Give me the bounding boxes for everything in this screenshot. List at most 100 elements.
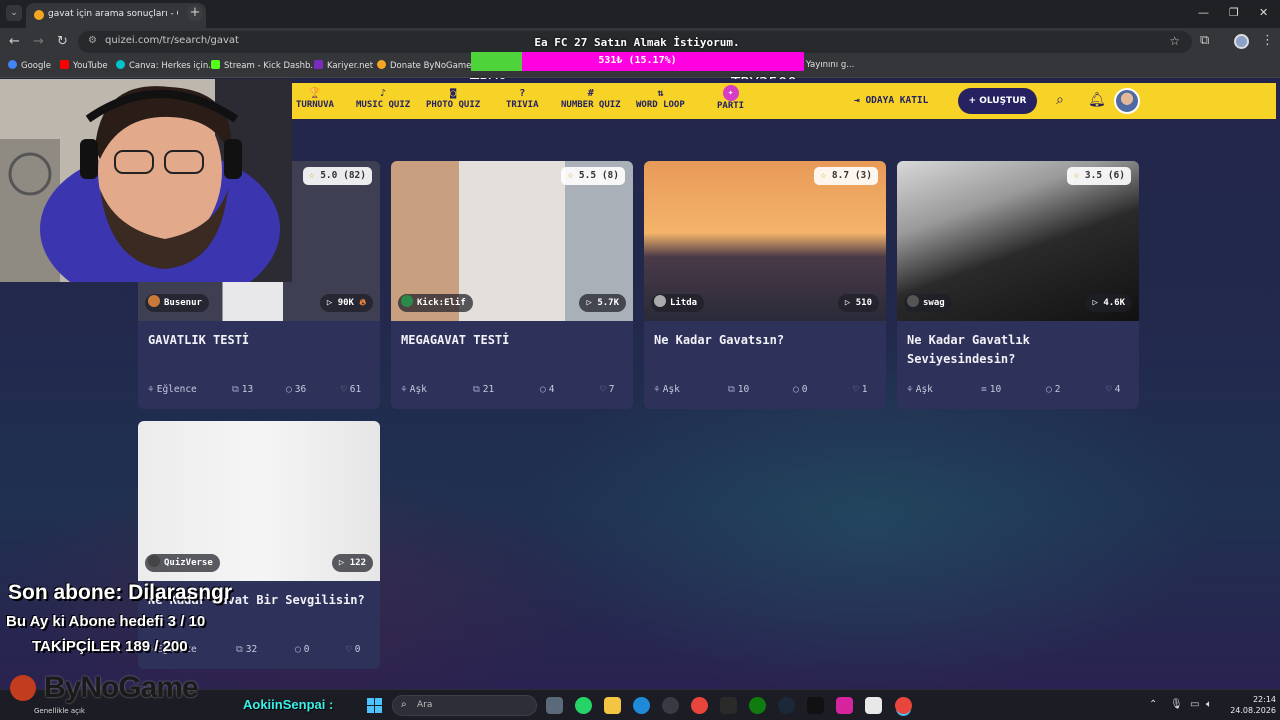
chrome-active-icon[interactable] (895, 697, 912, 714)
forward-icon[interactable]: → (33, 34, 44, 49)
author-chip[interactable]: QuizVerse (145, 554, 220, 572)
microphone-icon[interactable]: 🎙︎ (1170, 699, 1183, 710)
nav-turnuva[interactable]: 🏆 TURNUVA (296, 87, 334, 110)
author-chip[interactable]: swag (904, 294, 952, 312)
heart-icon: ♡ (853, 384, 859, 395)
youtube-icon (60, 60, 69, 69)
sort-icon: ⇅ (657, 88, 664, 99)
edge-icon[interactable] (633, 697, 650, 714)
extensions-icon[interactable]: ⧉ (1200, 33, 1209, 48)
play-icon: ▷ (338, 558, 350, 568)
nav-number-quiz[interactable]: # NUMBER QUIZ (561, 87, 621, 110)
author-chip[interactable]: Busenur (145, 294, 209, 312)
tray-chevron-icon[interactable]: ⌃ (1149, 699, 1157, 710)
volume-icon[interactable]: 🔈︎ (1206, 699, 1212, 710)
bookmark-star-icon[interactable]: ☆ (1169, 34, 1180, 48)
tab-title: gavat için arama sonuçları - Quizei (48, 9, 178, 19)
nav-trivia[interactable]: ? TRIVIA (506, 87, 539, 110)
like-count[interactable]: ♡ 61 (341, 384, 361, 395)
new-tab-button[interactable]: + (187, 5, 203, 21)
reload-icon[interactable]: ↻ (57, 34, 68, 49)
instagram-icon[interactable] (836, 697, 853, 714)
system-clock[interactable]: 22:14 24.08.2026 (1228, 694, 1276, 716)
quiz-title[interactable]: MEGAGAVAT TESTİ (401, 331, 623, 350)
minimize-icon[interactable]: — (1198, 6, 1209, 19)
bookmark-youtube[interactable]: YouTube (60, 60, 108, 71)
like-count[interactable]: ♡ 1 (853, 384, 867, 395)
bynogame-brand-text: ByNoGame (44, 671, 199, 704)
taskbar-search[interactable]: ⌕ Ara (392, 695, 537, 716)
chrome-icon[interactable] (691, 697, 708, 714)
quiz-card[interactable]: ☆ 5.5 (8) Kick:Elif ▷ 5.7K MEGAGAVAT TES… (391, 161, 633, 409)
like-count[interactable]: ♡ 4 (1106, 384, 1120, 395)
menu-kebab-icon[interactable]: ⋮ (1261, 33, 1274, 48)
join-room-button[interactable]: ⇥ ODAYA KATIL (854, 95, 928, 106)
bookmark-canva[interactable]: Canva: Herkes için... (116, 60, 216, 71)
xbox-icon[interactable] (749, 697, 766, 714)
browser-tab[interactable]: gavat için arama sonuçları - Quizei ✕ (26, 3, 206, 28)
comment-icon: ◯ (540, 384, 546, 395)
bookmark-donate[interactable]: Donate ByNoGame... (377, 60, 479, 71)
monthly-sub-goal-text: Bu Ay ki Abone hedefi 3 / 10 (6, 613, 206, 630)
quiz-card[interactable]: QuizVerse ▷ 122 Ne Kadar Gavat Bir Sevgi… (138, 421, 380, 669)
whatsapp-icon[interactable] (575, 697, 592, 714)
bookmark-google[interactable]: Google (8, 60, 51, 71)
star-icon: ☆ (567, 170, 579, 181)
play-icon: ▷ (326, 298, 338, 308)
task-view-icon[interactable] (546, 697, 563, 714)
steam-icon[interactable] (778, 697, 795, 714)
camera-icon: ◙ (450, 88, 457, 99)
question-icon: ? (519, 88, 526, 99)
questions-icon: ⧉ (232, 384, 239, 395)
quiz-card[interactable]: ☆ 3.5 (6) swag ▷ 4.6K Ne Kadar Gavatlık … (897, 161, 1139, 409)
create-button[interactable]: + OLUŞTUR (958, 88, 1037, 114)
quiz-card[interactable]: ☆ 8.7 (3) Litda ▷ 510 Ne Kadar Gavatsın?… (644, 161, 886, 409)
like-count[interactable]: ♡ 0 (346, 644, 360, 655)
back-icon[interactable]: ← (9, 34, 20, 49)
star-icon: ☆ (1073, 170, 1085, 181)
quiz-title[interactable]: Ne Kadar Gavatlık Seviyesindesin? (907, 331, 1129, 369)
follower-count-text: TAKİPÇİLER 189 / 200 (32, 638, 188, 655)
user-avatar[interactable] (1114, 88, 1140, 114)
close-window-icon[interactable]: ✕ (1259, 6, 1268, 19)
profile-avatar[interactable] (1234, 34, 1249, 49)
search-icon[interactable]: ⌕ (1056, 92, 1064, 108)
comment-icon: ◯ (1046, 384, 1052, 395)
nav-parti[interactable]: ✦ PARTI (717, 85, 744, 111)
bookmark-kariyer[interactable]: Kariyer.net (314, 60, 373, 71)
rating-badge: ☆ 3.5 (6) (1067, 167, 1131, 185)
tiktok-icon[interactable] (807, 697, 824, 714)
kariyer-icon (314, 60, 323, 69)
heart-icon: ♡ (341, 384, 347, 395)
quiz-title[interactable]: GAVATLIK TESTİ (148, 331, 370, 350)
epic-games-icon[interactable] (720, 697, 737, 714)
tab-search-button[interactable]: ⌄ (6, 5, 22, 21)
windows-start-icon[interactable] (367, 698, 382, 713)
capcut-icon[interactable] (865, 697, 882, 714)
play-icon: ▷ (844, 298, 856, 308)
webcam-feed (0, 79, 292, 282)
bookmark-yayin[interactable]: Yayınını g... (806, 60, 854, 70)
nav-word-loop[interactable]: ⇅ WORD LOOP (636, 87, 685, 110)
display-icon[interactable]: ▭ (1190, 699, 1199, 710)
clock-date: 24.08.2026 (1230, 706, 1276, 715)
comment-icon: ◯ (295, 644, 301, 655)
site-info-icon[interactable]: ⚙ (88, 35, 97, 46)
nav-photo-quiz[interactable]: ◙ PHOTO QUIZ (426, 87, 480, 110)
like-count[interactable]: ♡ 7 (600, 384, 614, 395)
quiz-title[interactable]: Ne Kadar Gavatsın? (654, 331, 876, 350)
file-explorer-icon[interactable] (604, 697, 621, 714)
avatar (907, 295, 919, 307)
comment-icon: ◯ (286, 384, 292, 395)
question-count: ≡ 10 (981, 384, 1002, 395)
author-chip[interactable]: Litda (651, 294, 705, 312)
restore-icon[interactable]: ❐ (1229, 6, 1239, 19)
weather-text[interactable]: Genellikle açık (34, 707, 85, 715)
play-count: ▷ 5.7K (579, 294, 626, 312)
chat-username: AokiinSenpai : (243, 697, 334, 712)
nav-music-quiz[interactable]: ♪ MUSIC QUIZ (356, 87, 410, 110)
bell-icon[interactable]: 🔔︎ (1088, 92, 1106, 108)
github-icon[interactable] (662, 697, 679, 714)
bookmark-kick[interactable]: Stream - Kick Dashb... (211, 60, 319, 71)
author-chip[interactable]: Kick:Elif (398, 294, 473, 312)
